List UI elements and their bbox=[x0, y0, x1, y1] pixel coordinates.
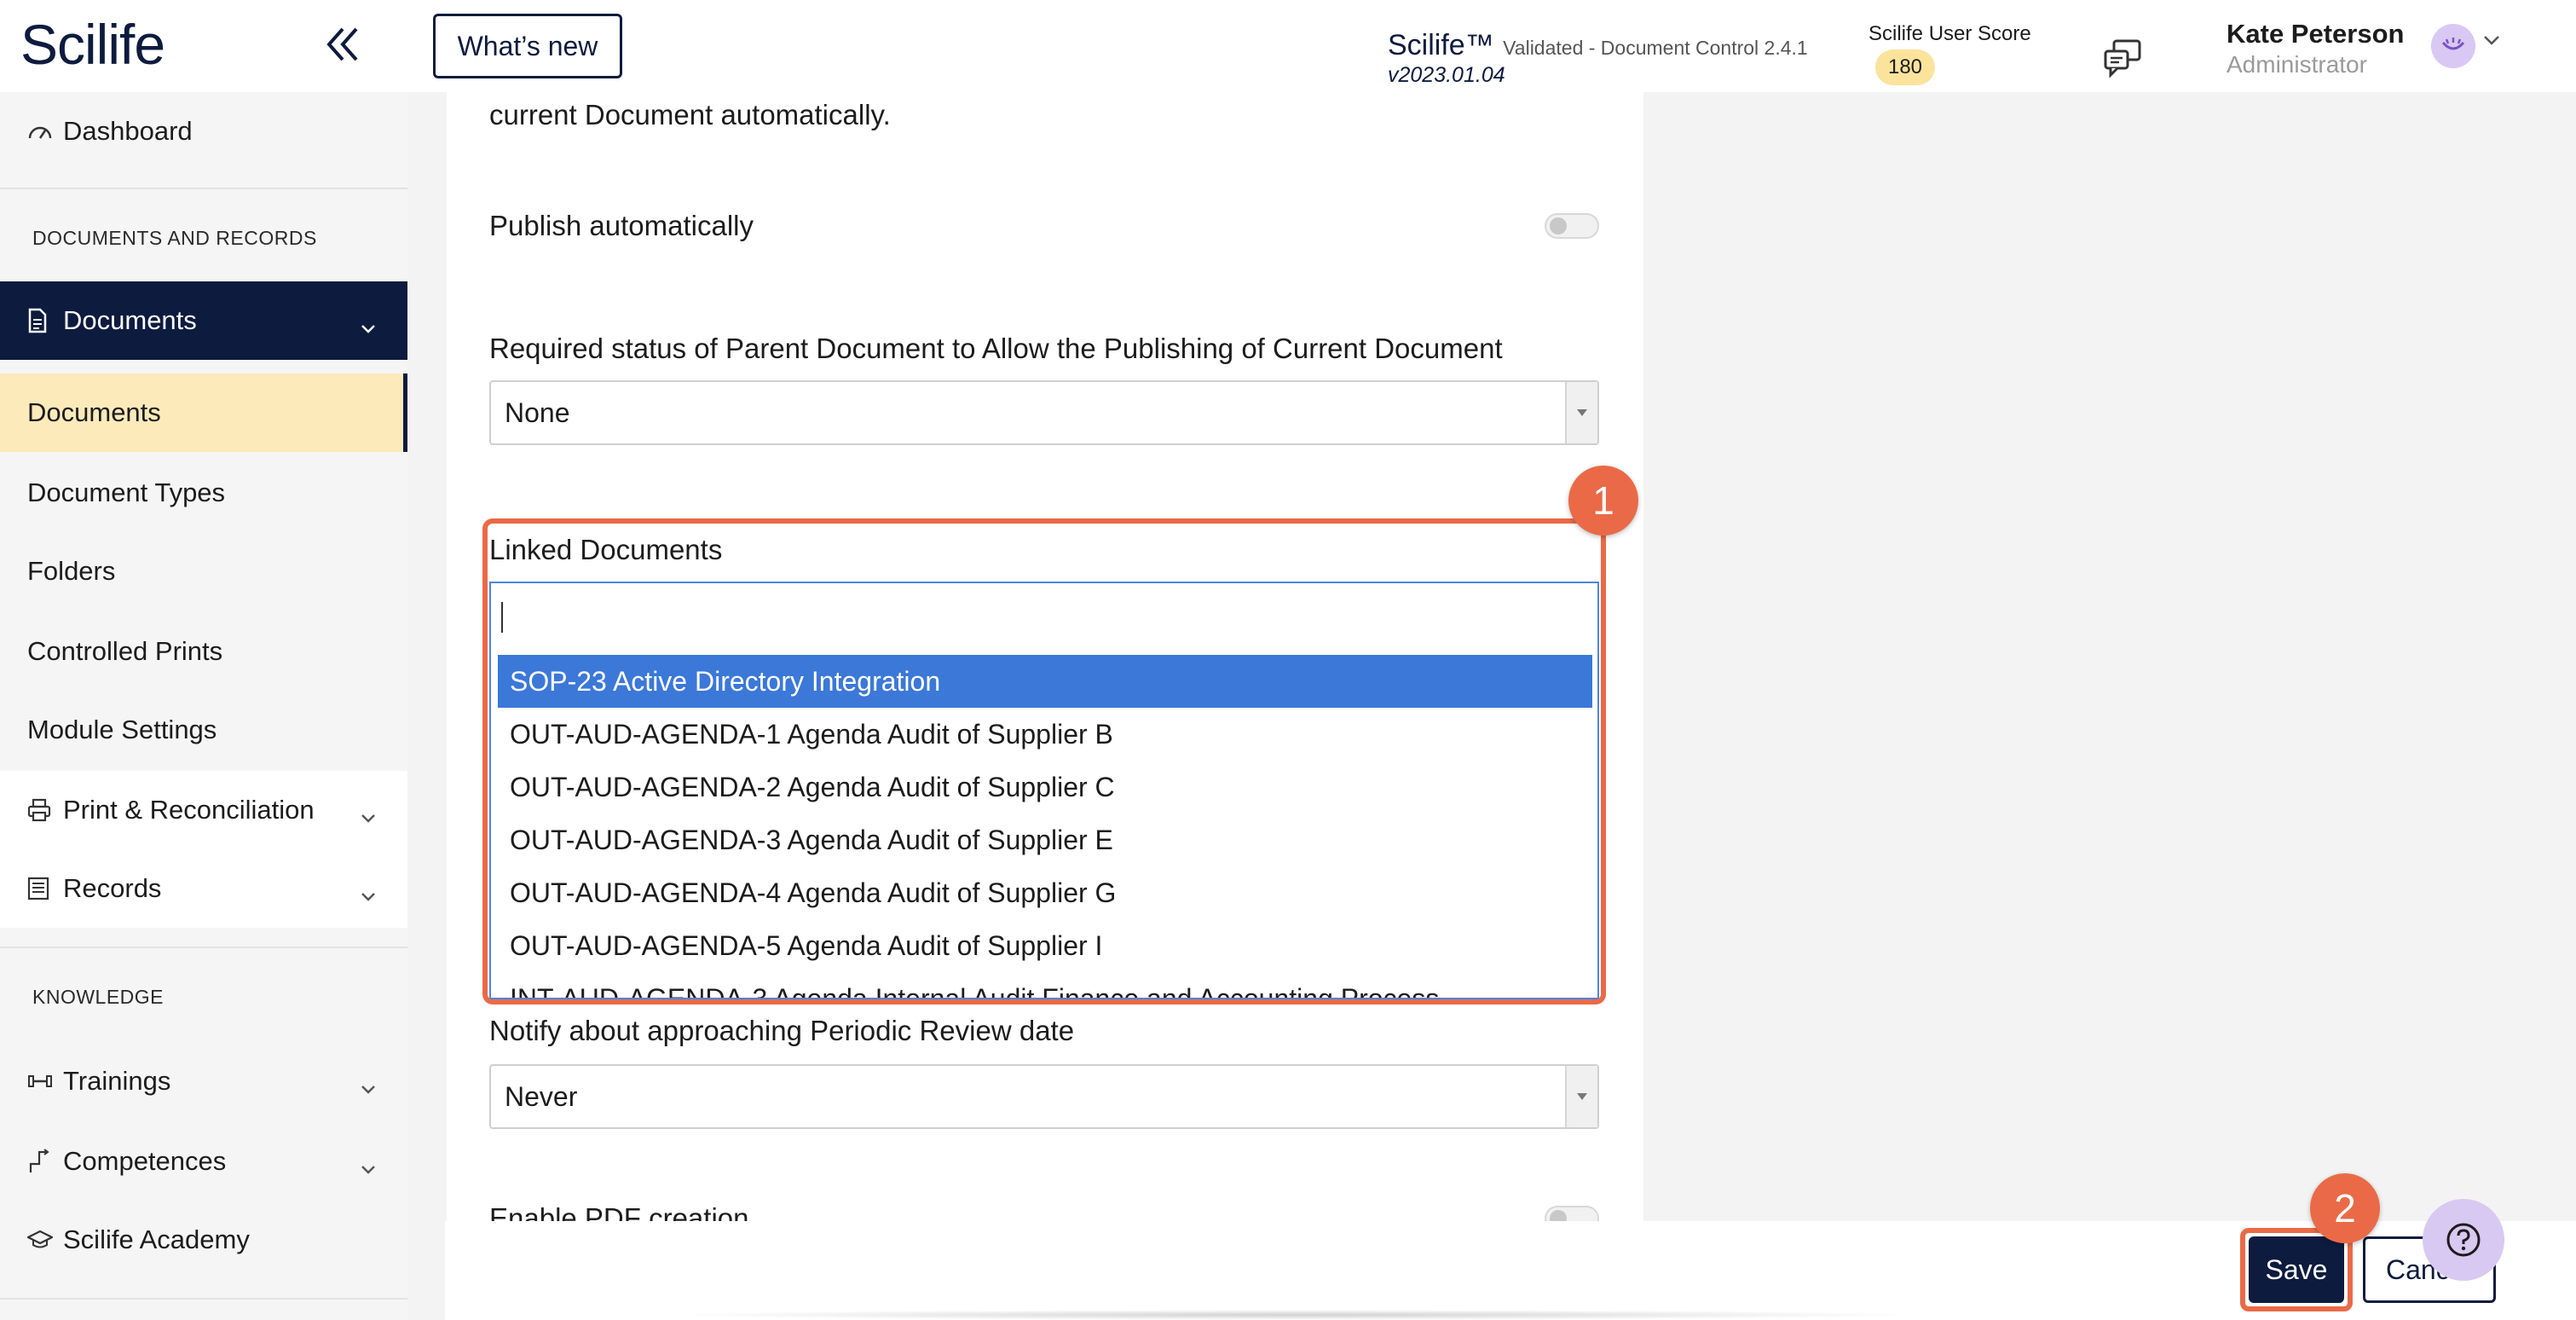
product-module: Validated - Document Control 2.4.1 bbox=[1503, 37, 1808, 59]
dropdown-arrow-icon bbox=[1565, 382, 1597, 443]
linked-documents-dropdown[interactable]: SOP-23 Active Directory Integration OUT-A… bbox=[489, 582, 1599, 999]
required-status-label: Required status of Parent Document to Al… bbox=[489, 333, 1503, 364]
step-2-badge: 2 bbox=[2310, 1173, 2380, 1243]
sidebar-group-documents[interactable]: Documents bbox=[0, 281, 407, 360]
divider bbox=[0, 1298, 407, 1300]
whats-new-button[interactable]: What’s new bbox=[433, 14, 622, 78]
sidebar-item-label: Module Settings bbox=[27, 715, 217, 744]
eye-face-icon bbox=[2441, 38, 2465, 50]
sidebar-item-label: Print & Reconciliation bbox=[63, 795, 315, 825]
sidebar-item-label: Folders bbox=[27, 556, 116, 586]
notify-periodic-review-label: Notify about approaching Periodic Review… bbox=[489, 1015, 1075, 1046]
avatar[interactable] bbox=[2431, 24, 2475, 68]
linked-document-option[interactable]: OUT-AUD-AGENDA-2 Agenda Audit of Supplie… bbox=[498, 761, 1592, 813]
form-description-text: current Document automatically. bbox=[489, 99, 891, 130]
chevron-down-icon bbox=[360, 1151, 377, 1182]
sidebar-item-module-settings[interactable]: Module Settings bbox=[0, 691, 407, 769]
gauge-icon bbox=[27, 119, 53, 144]
chevron-down-icon bbox=[360, 1071, 377, 1102]
linked-document-option[interactable]: INT-AUD-AGENDA-3 Agenda Internal Audit F… bbox=[498, 972, 1592, 998]
dropdown-arrow-icon bbox=[1565, 1066, 1597, 1127]
divider bbox=[0, 188, 407, 189]
sidebar-item-label: Dashboard bbox=[63, 116, 193, 146]
sidebar-item-document-types[interactable]: Document Types bbox=[0, 454, 407, 532]
sidebar-item-dashboard[interactable]: Dashboard bbox=[0, 92, 407, 171]
footer-shadow bbox=[665, 1310, 1926, 1320]
sidebar-group-trainings[interactable]: Trainings bbox=[0, 1042, 407, 1120]
sidebar-item-label: Trainings bbox=[63, 1066, 171, 1096]
user-score-badge[interactable]: 180 bbox=[1875, 49, 1935, 85]
sidebar-item-label: Scilife Academy bbox=[63, 1224, 250, 1254]
required-status-select[interactable]: None bbox=[489, 380, 1599, 445]
user-name[interactable]: Kate Peterson bbox=[2227, 19, 2404, 49]
product-name: Scilife™ bbox=[1388, 29, 1494, 61]
section-label-knowledge: KNOWLEDGE bbox=[32, 986, 165, 1008]
notify-periodic-review-select[interactable]: Never bbox=[489, 1064, 1599, 1129]
linked-document-option[interactable]: SOP-23 Active Directory Integration bbox=[498, 655, 1592, 708]
scilife-logo[interactable]: Scilife bbox=[20, 12, 165, 77]
user-menu-chevron-icon[interactable] bbox=[2482, 34, 2501, 50]
publish-automatically-toggle[interactable] bbox=[1545, 213, 1599, 239]
sidebar-item-folders[interactable]: Folders bbox=[0, 532, 407, 611]
required-status-value: None bbox=[505, 397, 570, 428]
sidebar-item-label: Document Types bbox=[27, 478, 226, 507]
step-1-badge: 1 bbox=[1568, 466, 1638, 536]
right-panel bbox=[1643, 92, 2576, 1320]
sidebar-item-label: Competences bbox=[63, 1146, 227, 1176]
divider bbox=[0, 947, 407, 948]
collapse-sidebar-button[interactable] bbox=[321, 19, 365, 70]
chat-bubbles-icon bbox=[2104, 39, 2141, 78]
linked-document-option[interactable]: OUT-AUD-AGENDA-4 Agenda Audit of Supplie… bbox=[498, 866, 1592, 919]
text-cursor bbox=[501, 602, 503, 633]
user-role: Administrator bbox=[2227, 51, 2367, 78]
sidebar-item-label: Documents bbox=[27, 397, 161, 427]
linked-documents-search-input[interactable] bbox=[491, 583, 1597, 650]
sidebar-item-label: Records bbox=[63, 873, 162, 903]
records-icon bbox=[27, 876, 53, 901]
sidebar-group-print-reconciliation[interactable]: Print & Reconciliation bbox=[0, 771, 407, 849]
notify-periodic-review-value: Never bbox=[505, 1081, 578, 1112]
app-window: Scilife What’s new Scilife™ Validated - … bbox=[0, 0, 2576, 1320]
sidebar-group-records[interactable]: Records bbox=[0, 849, 407, 928]
linked-documents-options: SOP-23 Active Directory Integration OUT-A… bbox=[498, 655, 1592, 998]
sidebar-group-competences[interactable]: Competences bbox=[0, 1122, 407, 1201]
publish-automatically-label: Publish automatically bbox=[489, 210, 754, 241]
user-score-label: Scilife User Score bbox=[1868, 22, 2031, 45]
sidebar: Dashboard DOCUMENTS AND RECORDS Document… bbox=[0, 92, 407, 1320]
chevron-down-icon bbox=[360, 800, 377, 831]
top-bar: Scilife What’s new Scilife™ Validated - … bbox=[0, 0, 2576, 92]
linked-document-option[interactable]: OUT-AUD-AGENDA-1 Agenda Audit of Supplie… bbox=[498, 708, 1592, 761]
sidebar-item-documents[interactable]: Documents bbox=[0, 373, 407, 452]
double-chevron-left-icon bbox=[326, 27, 358, 61]
help-button[interactable] bbox=[2423, 1199, 2504, 1281]
sidebar-item-controlled-prints[interactable]: Controlled Prints bbox=[0, 612, 407, 691]
section-label-documents-records: DOCUMENTS AND RECORDS bbox=[32, 227, 317, 249]
save-button[interactable]: Save bbox=[2249, 1236, 2344, 1303]
chevron-down-icon bbox=[360, 878, 377, 909]
sidebar-item-label: Controlled Prints bbox=[27, 636, 223, 666]
content-gutter bbox=[407, 92, 447, 1320]
dumbbell-icon bbox=[27, 1068, 53, 1094]
chevron-down-icon bbox=[360, 310, 377, 341]
graduation-cap-icon bbox=[27, 1227, 53, 1253]
sidebar-item-scilife-academy[interactable]: Scilife Academy bbox=[0, 1201, 407, 1279]
sidebar-item-label: Documents bbox=[63, 305, 197, 335]
printer-icon bbox=[27, 797, 53, 823]
linked-documents-label: Linked Documents bbox=[489, 534, 723, 565]
competence-icon bbox=[27, 1149, 53, 1174]
linked-document-option[interactable]: OUT-AUD-AGENDA-5 Agenda Audit of Supplie… bbox=[498, 919, 1592, 972]
product-version: v2023.01.04 bbox=[1388, 63, 1505, 87]
document-icon bbox=[27, 308, 53, 333]
chat-button[interactable] bbox=[2102, 38, 2143, 78]
question-circle-icon bbox=[2446, 1223, 2481, 1257]
product-info: Scilife™ Validated - Document Control 2.… bbox=[1388, 29, 1808, 87]
linked-document-option[interactable]: OUT-AUD-AGENDA-3 Agenda Audit of Supplie… bbox=[498, 813, 1592, 866]
